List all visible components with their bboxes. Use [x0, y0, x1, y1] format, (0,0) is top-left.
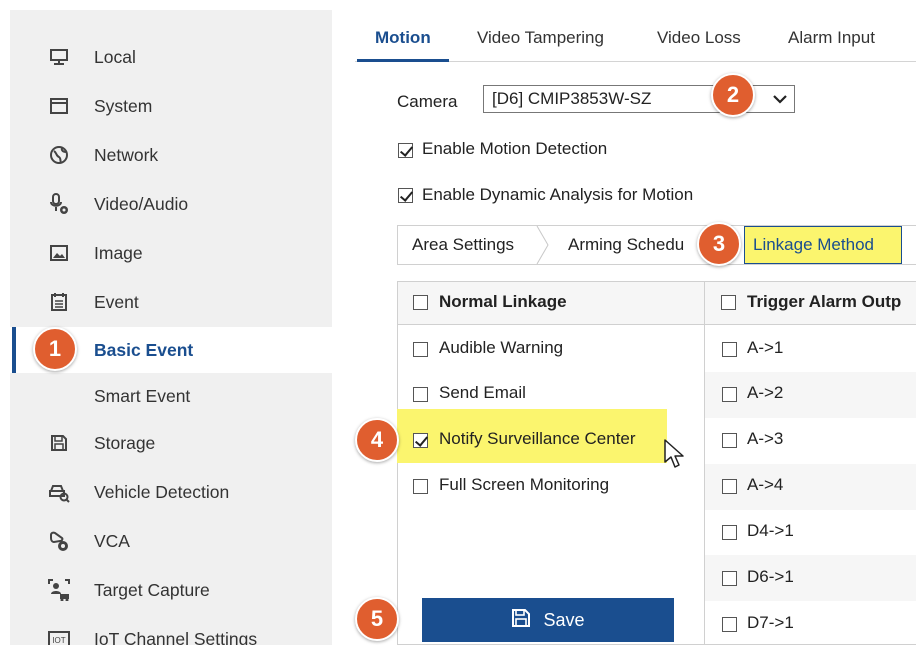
alarm-output-a4-checkbox[interactable]: [722, 479, 737, 494]
alarm-output-a3-checkbox[interactable]: [722, 433, 737, 448]
sidebar-item-local[interactable]: Local: [10, 34, 332, 80]
sidebar-item-label: Image: [94, 242, 143, 263]
sidebar-item-vehicle-detection[interactable]: Vehicle Detection: [10, 469, 332, 515]
sidebar-item-label: Event: [94, 291, 139, 312]
sidebar-item-label: Basic Event: [94, 339, 194, 360]
chevron-down-icon[interactable]: [766, 86, 794, 112]
camera-label: Camera: [397, 92, 458, 111]
sidebar-item-system[interactable]: System: [10, 83, 332, 129]
trigger-alarm-select-all-checkbox[interactable]: [721, 295, 736, 310]
notify-surveillance-center-checkbox[interactable]: [413, 433, 428, 448]
alarm-output-d4-1-checkbox[interactable]: [722, 525, 737, 540]
target-capture-icon: [48, 579, 70, 601]
iot-icon: IOT: [48, 628, 70, 645]
send-email-label: Send Email: [439, 383, 526, 402]
enable-dynamic-label: Enable Dynamic Analysis for Motion: [422, 185, 694, 204]
normal-linkage-select-all-checkbox[interactable]: [413, 295, 428, 310]
microphone-settings-icon: [48, 193, 70, 215]
sidebar-item-image[interactable]: Image: [10, 230, 332, 276]
sidebar-item-network[interactable]: Network: [10, 132, 332, 178]
svg-text:IOT: IOT: [52, 636, 65, 645]
linkage-table: [397, 281, 916, 645]
active-tab-indicator: [357, 59, 449, 62]
sidebar-item-iot-channel-settings[interactable]: IOT IoT Channel Settings: [10, 616, 332, 645]
step-badge-4: 4: [355, 418, 399, 462]
sidebar-item-label: Smart Event: [94, 385, 191, 406]
enable-motion-checkbox[interactable]: [398, 143, 413, 158]
save-button[interactable]: Save: [422, 598, 674, 642]
alarm-output-d6-1-checkbox[interactable]: [722, 571, 737, 586]
full-screen-monitoring-checkbox[interactable]: [413, 479, 428, 494]
sidebar-item-label: VCA: [94, 530, 130, 551]
floppy-disk-icon: [511, 608, 531, 633]
enable-motion-label: Enable Motion Detection: [422, 139, 608, 158]
save-button-label: Save: [543, 609, 585, 630]
sidebar-item-target-capture[interactable]: Target Capture: [10, 567, 332, 613]
sidebar-item-storage[interactable]: Storage: [10, 420, 332, 466]
camera-select-value: [D6] CMIP3853W-SZ: [492, 89, 652, 108]
sidebar-item-label: Target Capture: [94, 579, 210, 600]
alarm-output-label: D4->1: [747, 521, 794, 540]
vehicle-search-icon: [48, 481, 70, 503]
sidebar-item-label: Network: [94, 144, 159, 165]
subtab-linkage-method-label: Linkage Method: [753, 235, 874, 254]
step-badge-1: 1: [33, 327, 77, 371]
sidebar-item-label: Vehicle Detection: [94, 481, 230, 502]
alarm-output-label: A->4: [747, 475, 784, 494]
step-badge-2: 2: [711, 73, 755, 117]
event-tabs: Motion Video Tampering Video Loss Alarm …: [355, 20, 916, 62]
alarm-output-label: A->3: [747, 429, 784, 448]
trigger-alarm-output-header: Trigger Alarm Outp: [747, 292, 902, 311]
sidebar-item-label: Local: [94, 46, 136, 67]
sidebar-item-vca[interactable]: VCA: [10, 518, 332, 564]
alarm-output-label: D7->1: [747, 613, 794, 632]
subtab-separator: [536, 226, 549, 264]
alarm-output-d7-1-checkbox[interactable]: [722, 617, 737, 632]
tab-alarm-input[interactable]: Alarm Input: [788, 28, 875, 48]
vca-settings-icon: [48, 530, 70, 552]
subtab-linkage-method[interactable]: Linkage Method: [744, 226, 902, 264]
full-screen-monitoring-label: Full Screen Monitoring: [439, 475, 610, 494]
tab-video-tampering[interactable]: Video Tampering: [477, 28, 604, 48]
sidebar-item-label: Storage: [94, 432, 156, 453]
step-badge-3: 3: [697, 222, 741, 266]
normal-linkage-header: Normal Linkage: [439, 292, 567, 311]
mouse-pointer-icon: [664, 439, 684, 468]
tab-video-loss[interactable]: Video Loss: [657, 28, 741, 48]
alarm-output-label: A->2: [747, 383, 784, 402]
calendar-list-icon: [48, 291, 70, 313]
image-icon: [48, 242, 70, 264]
step-badge-5: 5: [355, 597, 399, 641]
audible-warning-label: Audible Warning: [439, 338, 564, 357]
tab-motion[interactable]: Motion: [375, 28, 431, 48]
sidebar-item-label: IoT Channel Settings: [94, 628, 258, 645]
floppy-disk-icon: [48, 432, 70, 454]
audible-warning-checkbox[interactable]: [413, 342, 428, 357]
sidebar-item-label: Video/Audio: [94, 193, 189, 214]
column-divider: [704, 282, 705, 645]
monitor-icon: [48, 46, 70, 68]
globe-icon: [48, 144, 70, 166]
enable-dynamic-checkbox[interactable]: [398, 188, 413, 203]
sidebar-item-video-audio[interactable]: Video/Audio: [10, 181, 332, 227]
sidebar-item-smart-event[interactable]: Smart Event: [10, 373, 332, 419]
sidebar-item-event[interactable]: Event: [10, 279, 332, 325]
sidebar-item-label: System: [94, 95, 153, 116]
alarm-output-label: D6->1: [747, 567, 794, 586]
subtab-arming-schedule[interactable]: Arming Schedu: [568, 235, 684, 255]
send-email-checkbox[interactable]: [413, 387, 428, 402]
notify-surveillance-center-label: Notify Surveillance Center: [439, 429, 636, 448]
alarm-output-a2-checkbox[interactable]: [722, 387, 737, 402]
alarm-output-a1-checkbox[interactable]: [722, 342, 737, 357]
alarm-output-label: A->1: [747, 338, 784, 357]
subtab-area-settings[interactable]: Area Settings: [412, 235, 514, 255]
window-icon: [48, 95, 70, 117]
